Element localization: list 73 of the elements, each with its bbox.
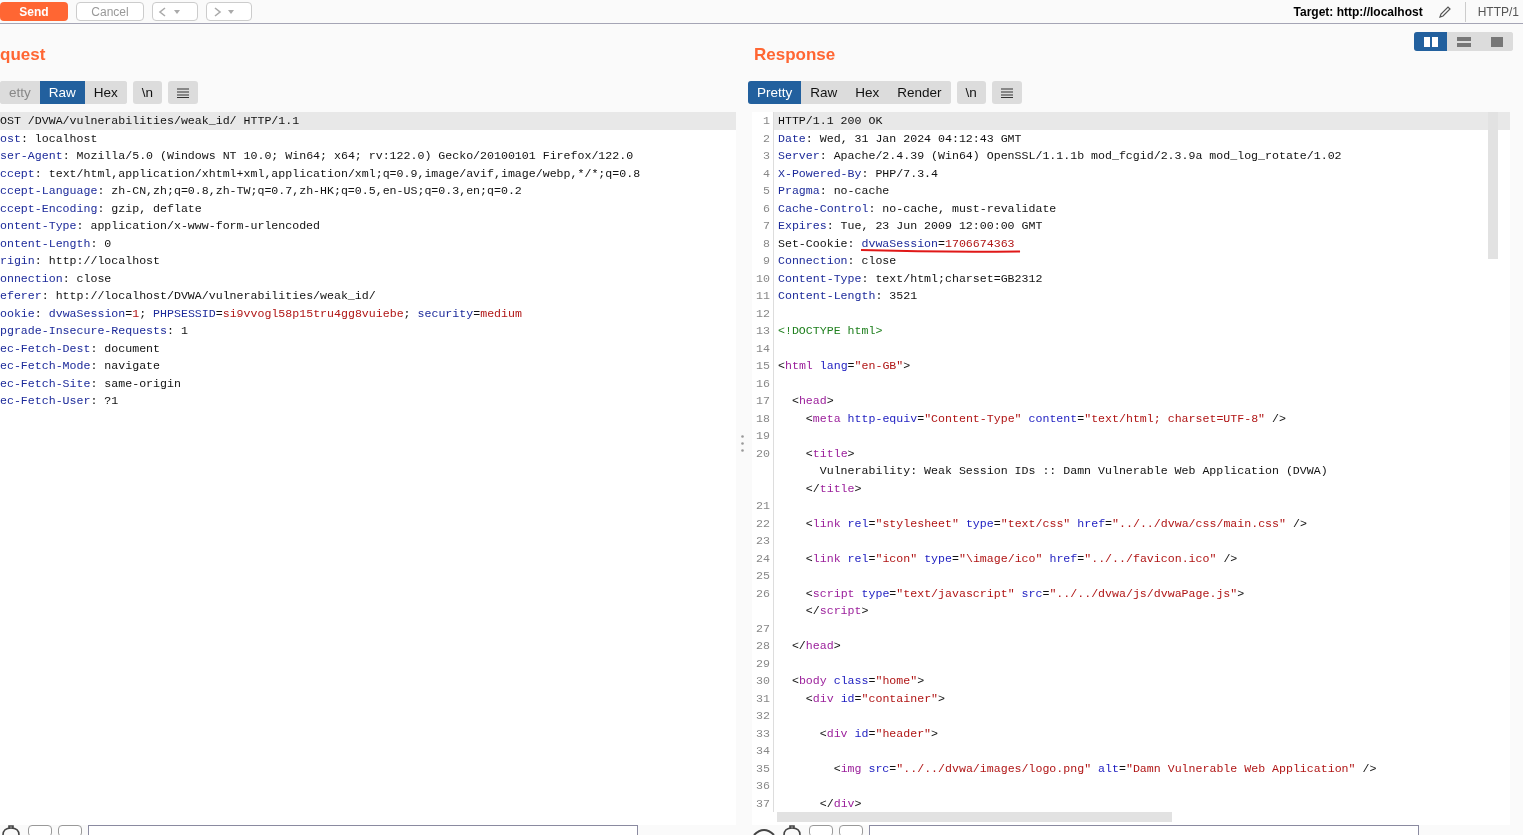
code-line: Connection: close bbox=[778, 253, 897, 269]
code-line: ec-Fetch-User: ?1 bbox=[0, 393, 119, 409]
code-line: X-Powered-By: PHP/7.3.4 bbox=[778, 165, 939, 182]
code-line: ec-Fetch-Site: same-origin bbox=[0, 375, 181, 392]
protocol-label[interactable]: HTTP/1 bbox=[1477, 4, 1519, 19]
code-line: <title> bbox=[804, 445, 855, 462]
back-button[interactable] bbox=[152, 2, 198, 21]
code-line: </title> bbox=[804, 480, 862, 497]
code-line: <head> bbox=[790, 393, 834, 409]
rows-icon bbox=[1456, 36, 1471, 47]
code-line: <img src="../../dvwa/images/logo.png" alt="Damn Vulnerable Web Application" /> bbox=[832, 760, 1377, 777]
code-line: Expires: Tue, 23 Jun 2009 12:00:00 GMT bbox=[778, 218, 1043, 234]
code-line: <link rel="icon" type="\image/ico" href="../../favicon.ico" /> bbox=[804, 550, 1238, 567]
menu-icon bbox=[1000, 87, 1013, 98]
code-line: <!DOCTYPE html> bbox=[778, 323, 883, 339]
code-line: ccept: text/html,application/xhtml+xml,application/xml;q=0.9,image/avif,image/webp,*/*;q=0.8 bbox=[0, 165, 641, 182]
code-line: ost: localhost bbox=[0, 130, 98, 147]
code-line: ontent-Type: application/x-www-form-urlencoded bbox=[0, 218, 321, 234]
code-line: eferer: http://localhost/DVWA/vulnerabilities/weak_id/ bbox=[0, 288, 376, 304]
code-line: HTTP/1.1 200 OK bbox=[778, 113, 883, 129]
code-line: ec-Fetch-Mode: navigate bbox=[0, 358, 161, 374]
square-icon bbox=[1489, 36, 1504, 47]
code-line: </div> bbox=[818, 795, 862, 812]
scrollbar[interactable] bbox=[1488, 112, 1498, 259]
pane-title: quest bbox=[0, 44, 46, 66]
code-line: Set-Cookie: dvwaSession=1706674363 bbox=[778, 235, 1015, 252]
target-label: Target: http://localhost bbox=[1293, 4, 1423, 19]
code-line: Date: Wed, 31 Jan 2024 04:12:43 GMT bbox=[778, 130, 1022, 147]
pane-title: Response bbox=[754, 44, 836, 66]
code-line: <body class="home"> bbox=[790, 673, 925, 689]
code-line: OST /DVWA/vulnerabilities/weak_id/ HTTP/1.1 bbox=[0, 113, 300, 129]
view-tab[interactable]: Pretty bbox=[748, 81, 802, 104]
code-line: <script type="text/javascript" src="../../dvwa/js/dvwaPage.js"> bbox=[804, 585, 1245, 602]
gear-icon[interactable] bbox=[781, 825, 803, 835]
scrollbar[interactable] bbox=[777, 812, 1172, 822]
code-line: Pragma: no-cache bbox=[778, 183, 890, 199]
caret-icon bbox=[227, 7, 235, 16]
layout-button[interactable] bbox=[1414, 32, 1447, 51]
code-line: <link rel="stylesheet" type="text/css" href="../../dvwa/css/main.css" /> bbox=[804, 515, 1307, 532]
view-tab[interactable]: Raw bbox=[39, 81, 85, 104]
code-line: ccept-Language: zh-CN,zh;q=0.8,zh-TW;q=0.7,zh-HK;q=0.5,en-US;q=0.3,en;q=0.2 bbox=[0, 183, 522, 199]
search-field[interactable] bbox=[869, 825, 1419, 835]
code-line: rigin: http://localhost bbox=[0, 253, 161, 269]
code-line: Cache-Control: no-cache, must-revalidate bbox=[778, 200, 1057, 217]
code-line: <html lang="en-GB"> bbox=[778, 358, 911, 374]
columns-icon bbox=[1423, 36, 1438, 47]
next-button[interactable] bbox=[58, 825, 82, 835]
drag-handle-icon[interactable] bbox=[740, 435, 744, 452]
gear-icon[interactable] bbox=[0, 825, 22, 835]
next-button[interactable] bbox=[839, 825, 863, 835]
code-line: Server: Apache/2.4.39 (Win64) OpenSSL/1.1.1b mod_fcgid/2.3.9a mod_log_rotate/1.02 bbox=[778, 148, 1342, 164]
code-line: pgrade-Insecure-Requests: 1 bbox=[0, 323, 188, 339]
code-line: onnection: close bbox=[0, 270, 112, 287]
code-line: ccept-Encoding: gzip, deflate bbox=[0, 200, 202, 217]
code-line: Content-Type: text/html;charset=GB2312 bbox=[778, 270, 1043, 287]
code-line: <div id="container"> bbox=[804, 690, 945, 707]
code-line: <div id="header"> bbox=[818, 725, 939, 742]
prev-button[interactable] bbox=[809, 825, 833, 835]
code-line: ser-Agent: Mozilla/5.0 (Windows NT 10.0; Win64; x64; rv:122.0) Gecko/20100101 Firefox/122.0 bbox=[0, 148, 634, 164]
search-field[interactable] bbox=[88, 825, 638, 835]
code-line: </script> bbox=[804, 603, 869, 619]
code-line: ookie: dvwaSession=1; PHPSESSID=si9vvogl58p15tru4gg8vuiebe; security=medium bbox=[0, 305, 522, 322]
code-line: Content-Length: 3521 bbox=[778, 288, 918, 304]
code-line: ec-Fetch-Dest: document bbox=[0, 340, 161, 357]
menu-icon bbox=[177, 87, 190, 98]
code-line: ontent-Length: 0 bbox=[0, 235, 112, 252]
line-number: 1 bbox=[752, 112, 774, 130]
code-line: Vulnerability: Weak Session IDs :: Damn Vulnerable Web Application (DVWA) bbox=[818, 463, 1328, 479]
forward-button[interactable] bbox=[206, 2, 252, 21]
code-line: <meta http-equiv="Content-Type" content="text/html; charset=UTF-8" /> bbox=[804, 410, 1286, 427]
caret-icon bbox=[173, 7, 181, 16]
code-line: </head> bbox=[790, 638, 841, 654]
prev-button[interactable] bbox=[28, 825, 52, 835]
